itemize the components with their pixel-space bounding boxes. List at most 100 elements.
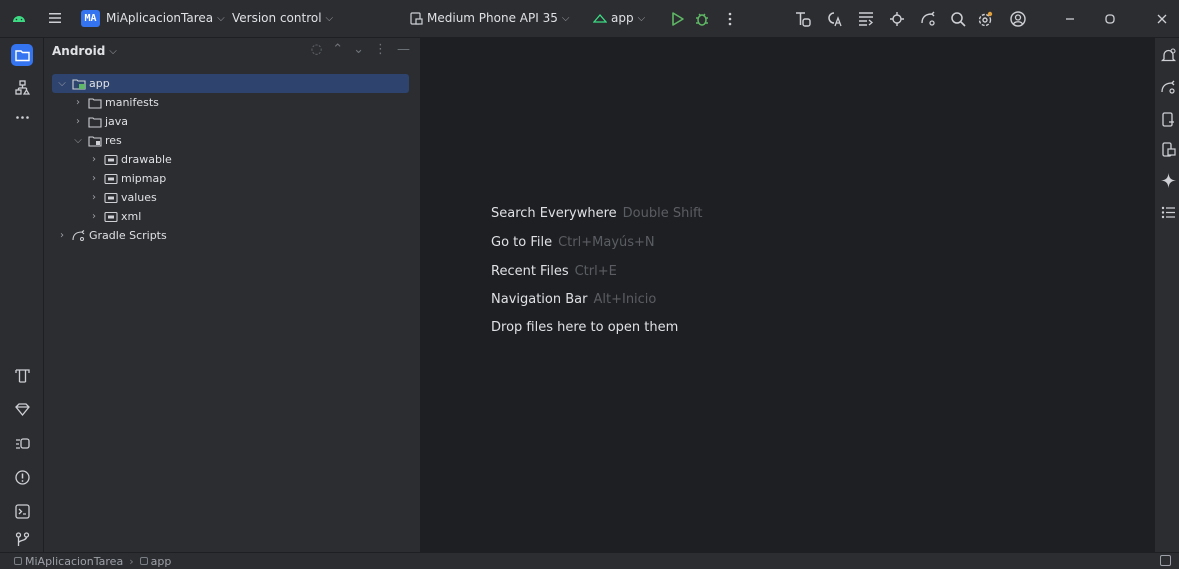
folder-icon	[88, 116, 102, 128]
android-logo-icon	[13, 16, 25, 22]
gemini-icon[interactable]	[918, 9, 938, 29]
notification-tray-icon[interactable]	[1160, 555, 1171, 566]
tree-item-drawable[interactable]: › drawable	[52, 150, 409, 169]
chevron-down-icon: ⌵	[325, 12, 334, 24]
hint-shortcut: Double Shift	[622, 206, 703, 221]
project-icon[interactable]	[11, 44, 33, 66]
account-icon[interactable]	[1008, 9, 1028, 29]
right-tool-strip	[1154, 38, 1179, 552]
locate-icon[interactable]: ◌	[311, 42, 322, 57]
debug-icon[interactable]	[692, 9, 712, 29]
resource-folder-icon	[88, 135, 102, 147]
resource-manager-icon[interactable]	[11, 364, 33, 386]
collapsed-chevron-icon: ›	[92, 211, 96, 222]
git-icon[interactable]	[11, 528, 33, 550]
minimize-icon[interactable]	[1060, 9, 1080, 29]
tree-item-label: app	[89, 77, 110, 90]
tree-item-label: mipmap	[121, 172, 167, 185]
module-folder-icon	[72, 78, 86, 90]
breadcrumb-label: MiAplicacionTarea	[25, 554, 124, 568]
running-devices-icon[interactable]	[1157, 138, 1179, 160]
terminal-icon[interactable]	[11, 500, 33, 522]
layout-inspector-icon[interactable]	[793, 9, 813, 29]
breadcrumb-label: app	[150, 554, 172, 568]
translations-icon[interactable]	[824, 9, 844, 29]
resource-subfolder-icon	[104, 154, 118, 166]
panel-actions: ◌ ⌃ ⌄ ⋮ —	[311, 42, 410, 57]
chevron-down-icon: ⌵	[561, 12, 570, 24]
hint-navigation-bar: Navigation Bar Alt+Inicio	[491, 292, 656, 307]
restore-icon[interactable]	[1100, 9, 1120, 29]
module-icon	[14, 557, 22, 565]
collapsed-chevron-icon: ›	[92, 173, 96, 184]
hint-shortcut: Ctrl+Mayús+N	[558, 235, 655, 250]
expanded-chevron-icon: ⌵	[74, 135, 82, 146]
app-quality-icon[interactable]	[11, 432, 33, 454]
tree-item-gradle-scripts[interactable]: › Gradle Scripts	[52, 226, 409, 245]
close-icon[interactable]	[1152, 9, 1172, 29]
gradle-sync-icon[interactable]	[887, 9, 907, 29]
project-panel: Android ⌵ ◌ ⌃ ⌄ ⋮ — ⌵ app › manifests › …	[44, 38, 421, 552]
problems-icon[interactable]	[11, 466, 33, 488]
hint-shortcut: Ctrl+E	[574, 264, 617, 279]
tree-item-label: xml	[121, 210, 142, 223]
folder-icon	[88, 97, 102, 109]
version-control-selector[interactable]: Version control ⌵	[232, 11, 333, 25]
project-badge[interactable]: MA	[81, 10, 100, 27]
view-selector[interactable]: Android ⌵	[52, 44, 117, 58]
gradle-icon[interactable]	[1157, 76, 1179, 98]
expand-all-icon[interactable]: ⌃	[332, 42, 343, 57]
tree-item-res[interactable]: ⌵ res	[52, 131, 409, 150]
collapsed-chevron-icon: ›	[92, 154, 96, 165]
tree-item-mipmap[interactable]: › mipmap	[52, 169, 409, 188]
device-label: Medium Phone API 35	[427, 11, 558, 25]
notifications-icon[interactable]	[1157, 44, 1179, 66]
chevron-down-icon: ⌵	[217, 12, 225, 24]
device-manager-icon[interactable]	[1157, 108, 1179, 130]
hint-action: Search Everywhere	[491, 206, 617, 221]
project-selector[interactable]: MiAplicacionTarea ⌵	[106, 11, 225, 25]
structure-icon[interactable]	[856, 9, 876, 29]
gradle-icon	[72, 229, 86, 242]
chevron-down-icon: ⌵	[637, 12, 646, 24]
tree-item-label: java	[105, 115, 129, 128]
tree-item-label: drawable	[121, 153, 172, 166]
breadcrumb-separator-icon: ›	[129, 554, 134, 568]
project-name: MiAplicacionTarea	[106, 11, 214, 25]
tree-item-app[interactable]: ⌵ app	[52, 74, 409, 93]
main-menu-icon[interactable]	[47, 10, 63, 26]
hint-drop-files: Drop files here to open them	[491, 320, 678, 335]
settings-icon[interactable]	[975, 9, 995, 29]
run-config-selector[interactable]: app ⌵	[593, 11, 645, 25]
tree-item-manifests[interactable]: › manifests	[52, 93, 409, 112]
hint-action: Recent Files	[491, 264, 569, 279]
more-vertical-icon[interactable]	[720, 9, 740, 29]
breadcrumb-module[interactable]: app	[139, 554, 172, 568]
hint-recent-files: Recent Files Ctrl+E	[491, 264, 617, 279]
tree-item-xml[interactable]: › xml	[52, 207, 409, 226]
run-icon[interactable]	[667, 9, 687, 29]
collapse-all-icon[interactable]: ⌄	[353, 42, 364, 57]
search-icon[interactable]	[948, 9, 968, 29]
structure-list-icon[interactable]	[1157, 201, 1179, 223]
hide-icon[interactable]: —	[397, 42, 410, 57]
hint-action: Drop files here to open them	[491, 320, 679, 335]
structure-icon[interactable]	[11, 76, 33, 98]
tree-item-java[interactable]: › java	[52, 112, 409, 131]
editor-area[interactable]: Search Everywhere Double Shift Go to File…	[421, 38, 1154, 552]
left-tool-strip	[0, 38, 44, 552]
gemini-icon[interactable]	[1157, 169, 1179, 191]
tree-item-values[interactable]: › values	[52, 188, 409, 207]
device-selector[interactable]: Medium Phone API 35 ⌵	[410, 11, 569, 25]
breadcrumb-project[interactable]: MiAplicacionTarea	[14, 555, 123, 568]
expanded-chevron-icon: ⌵	[58, 78, 66, 89]
more-icon[interactable]	[11, 106, 33, 128]
gemini-diamond-icon[interactable]	[11, 398, 33, 420]
hint-action: Navigation Bar	[491, 292, 588, 307]
view-selector-label: Android	[52, 44, 106, 58]
tree-item-label: Gradle Scripts	[89, 229, 167, 242]
collapsed-chevron-icon: ›	[60, 230, 64, 241]
run-config-label: app	[611, 11, 634, 25]
options-icon[interactable]: ⋮	[374, 42, 387, 57]
resource-subfolder-icon	[104, 173, 118, 185]
